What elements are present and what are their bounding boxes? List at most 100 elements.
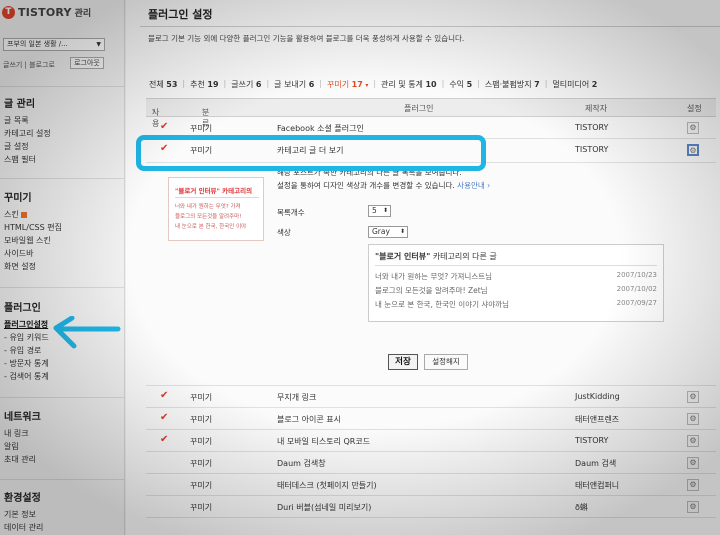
row-category: 꾸미기	[190, 437, 213, 446]
sidebar-item-basic-info[interactable]: 기본 정보	[4, 508, 43, 521]
sidebar-item-visitor-stats[interactable]: 방문자 통계	[4, 357, 48, 370]
row-maker: TISTORY	[575, 123, 609, 132]
row-category: 꾸미기	[190, 503, 213, 512]
table-header: 사용 ▾ 분류 ▾ 플러그인 제작자 설정	[146, 98, 716, 128]
sidebar-item-screen-settings[interactable]: 화면 설정	[4, 260, 62, 273]
tab-multimedia[interactable]: 멀티미디어 2	[551, 79, 598, 90]
sample-item: 내 눈으로 본 한국, 한국인 이야기 샤야까님	[375, 300, 509, 309]
preview-line: 너와 내가 원하는 무엇? 가져	[175, 204, 241, 210]
sidebar-item-inflow-keywords[interactable]: 유입 키워드	[4, 331, 48, 344]
row-maker: ð蝌	[575, 503, 588, 512]
tab-all[interactable]: 전체 53	[148, 79, 178, 90]
brand[interactable]: T TISTORY 관리	[2, 4, 91, 20]
help-link[interactable]: 사용안내 ›	[457, 181, 490, 190]
table-row[interactable]: 꾸미기 Duri 버블(섬네일 미리보기) ð蝌 ⚙	[146, 496, 716, 518]
checkmark-icon[interactable]: ✔	[160, 121, 168, 132]
row-plugin-name: 무지개 링크	[277, 393, 317, 402]
tab-recommended[interactable]: 추천 19	[189, 79, 219, 90]
sample-date: 2007/09/27	[616, 299, 657, 307]
tab-management-stats[interactable]: 관리 및 통계 10	[380, 79, 438, 90]
row-maker: TISTORY	[575, 145, 609, 154]
sidebar-item-plugin-settings[interactable]: 플러그인설정	[4, 318, 49, 331]
main-content: 플러그인 설정 블로그 기본 기능 외에 다양한 플러그인 기능을 활용하여 블…	[126, 0, 720, 535]
row-category: 꾸미기	[190, 393, 213, 402]
table-row[interactable]: ✔ 꾸미기 무지개 링크 JustKidding ⚙	[146, 386, 716, 408]
divider	[375, 265, 657, 266]
checkmark-icon[interactable]: ✔	[160, 390, 168, 401]
sidebar: T TISTORY 관리 프부의 일본 생활 /... ▼ 글쓰기 | 블로그로…	[0, 0, 125, 535]
sidebar-group-design: 꾸미기 스킨 HTML/CSS 편집 모바일웹 스킨 사이드바 화면 설정	[4, 189, 62, 273]
gear-icon[interactable]: ⚙	[687, 413, 699, 425]
column-header-maker: 제작자	[585, 104, 608, 113]
sidebar-item-notifications[interactable]: 알림	[4, 440, 41, 453]
sidebar-item-category-settings[interactable]: 카테고리 설정	[4, 127, 51, 140]
brand-sub: 관리	[74, 8, 92, 19]
sidebar-item-mobile-skin[interactable]: 모바일웹 스킨	[4, 234, 62, 247]
list-count-select[interactable]: 5 ⬍	[368, 205, 391, 217]
preview-line: 내 눈으로 본 한국, 한국인 이야	[175, 224, 247, 230]
table-row[interactable]: 꾸미기 Daum 검색창 Daum 검색 ⚙	[146, 452, 716, 474]
sample-date: 2007/10/02	[616, 285, 657, 293]
divider	[175, 197, 259, 198]
gear-icon[interactable]: ⚙	[687, 144, 699, 156]
preview-line: 블로그의 모든것을 알려주마!	[175, 214, 242, 220]
sidebar-item-sidebar[interactable]: 사이드바	[4, 247, 62, 260]
table-row[interactable]: ✔ 꾸미기 내 모바일 티스토리 QR코드 TISTORY ⚙	[146, 430, 716, 452]
divider	[0, 86, 125, 87]
sidebar-item-invites[interactable]: 초대 관리	[4, 453, 41, 466]
save-button[interactable]: 저장	[388, 354, 418, 370]
sidebar-item-post-list[interactable]: 글 목록	[4, 114, 51, 127]
sidebar-item-search-stats[interactable]: 검색어 통계	[4, 370, 48, 383]
gear-icon[interactable]: ⚙	[687, 122, 699, 134]
sidebar-group-posts: 글 관리 글 목록 카테고리 설정 글 설정 스팸 필터	[4, 95, 51, 166]
page-description: 블로그 기본 기능 외에 다양한 플러그인 기능을 활용하여 블로그를 더욱 풍…	[148, 34, 465, 43]
tab-revenue[interactable]: 수익 5	[448, 79, 473, 90]
sidebar-item-skin[interactable]: 스킨	[4, 208, 62, 221]
sidebar-item-my-links[interactable]: 내 링크	[4, 427, 41, 440]
tab-spam-protection[interactable]: 스팸·불펌방지 7	[484, 79, 541, 90]
quick-links[interactable]: 글쓰기 | 블로그로	[3, 60, 55, 70]
row-maker: Daum 검색	[575, 459, 617, 468]
sidebar-item-inflow-path[interactable]: 유입 경로	[4, 344, 49, 357]
highlight-annotation	[136, 135, 486, 171]
sidebar-group-network: 네트워크 내 링크 알림 초대 관리	[4, 408, 41, 466]
sidebar-item-spam-filter[interactable]: 스팸 필터	[4, 153, 51, 166]
gear-icon[interactable]: ⚙	[687, 479, 699, 491]
arrow-left-icon	[53, 316, 121, 349]
blog-select-value: 프부의 일본 생활 /...	[7, 40, 68, 48]
tab-send-posts[interactable]: 글 보내기 6	[273, 79, 315, 90]
plugin-description-2: 설정을 통하여 디자인 색상과 개수를 변경할 수 있습니다. 사용안내 ›	[277, 181, 491, 190]
plugin-preview-thumbnail: "블로거 인터뷰" 카테고리의 너와 내가 원하는 무엇? 가져 블로그의 모든…	[168, 177, 264, 241]
divider	[0, 479, 125, 480]
page-title: 플러그인 설정	[148, 8, 213, 21]
table-row[interactable]: 꾸미기 태터데스크 (첫페이지 만들기) 태터앤컴퍼니 ⚙	[146, 474, 716, 496]
logout-button[interactable]: 로그아웃	[70, 57, 104, 69]
gear-icon[interactable]: ⚙	[687, 391, 699, 403]
sidebar-item-post-settings[interactable]: 글 설정	[4, 140, 51, 153]
gear-icon[interactable]: ⚙	[687, 501, 699, 513]
row-category: 꾸미기	[190, 415, 213, 424]
sidebar-group-plugins: 플러그인 플러그인설정 유입 키워드 유입 경로 방문자 통계 검색어 통계	[4, 299, 49, 383]
tab-writing[interactable]: 글쓰기 6	[230, 79, 262, 90]
row-plugin-name: Duri 버블(섬네일 미리보기)	[277, 503, 372, 512]
row-maker: JustKidding	[575, 392, 620, 401]
blog-select[interactable]: 프부의 일본 생활 /... ▼	[3, 38, 105, 51]
sidebar-item-data-management[interactable]: 데이터 관리	[4, 521, 43, 534]
row-plugin-name: Daum 검색창	[277, 459, 326, 468]
tab-design[interactable]: 꾸미기 17 ▾	[326, 79, 369, 90]
brand-name: TISTORY	[18, 5, 72, 19]
sidebar-item-html-css[interactable]: HTML/CSS 편집	[4, 221, 62, 234]
row-plugin-name: 태터데스크 (첫페이지 만들기)	[277, 481, 377, 490]
reset-settings-button[interactable]: 설정해지	[424, 354, 468, 370]
checkmark-icon[interactable]: ✔	[160, 412, 168, 423]
preview-title: "블로거 인터뷰" 카테고리의	[175, 187, 253, 195]
plugin-settings-panel: "블로거 인터뷰" 카테고리의 너와 내가 원하는 무엇? 가져 블로그의 모든…	[146, 163, 716, 386]
sidebar-group-preferences: 환경설정 기본 정보 데이터 관리	[4, 489, 43, 534]
gear-icon[interactable]: ⚙	[687, 435, 699, 447]
divider	[140, 26, 720, 27]
table-row[interactable]: ✔ 꾸미기 블로그 아이콘 표시 태터앤프렌즈 ⚙	[146, 408, 716, 430]
color-select[interactable]: Gray ⬍	[368, 226, 408, 238]
filter-tabs: 전체 53 | 추천 19 | 글쓰기 6 | 글 보내기 6 | 꾸미기 17 ▾ | …	[148, 79, 598, 90]
gear-icon[interactable]: ⚙	[687, 457, 699, 469]
checkmark-icon[interactable]: ✔	[160, 434, 168, 445]
